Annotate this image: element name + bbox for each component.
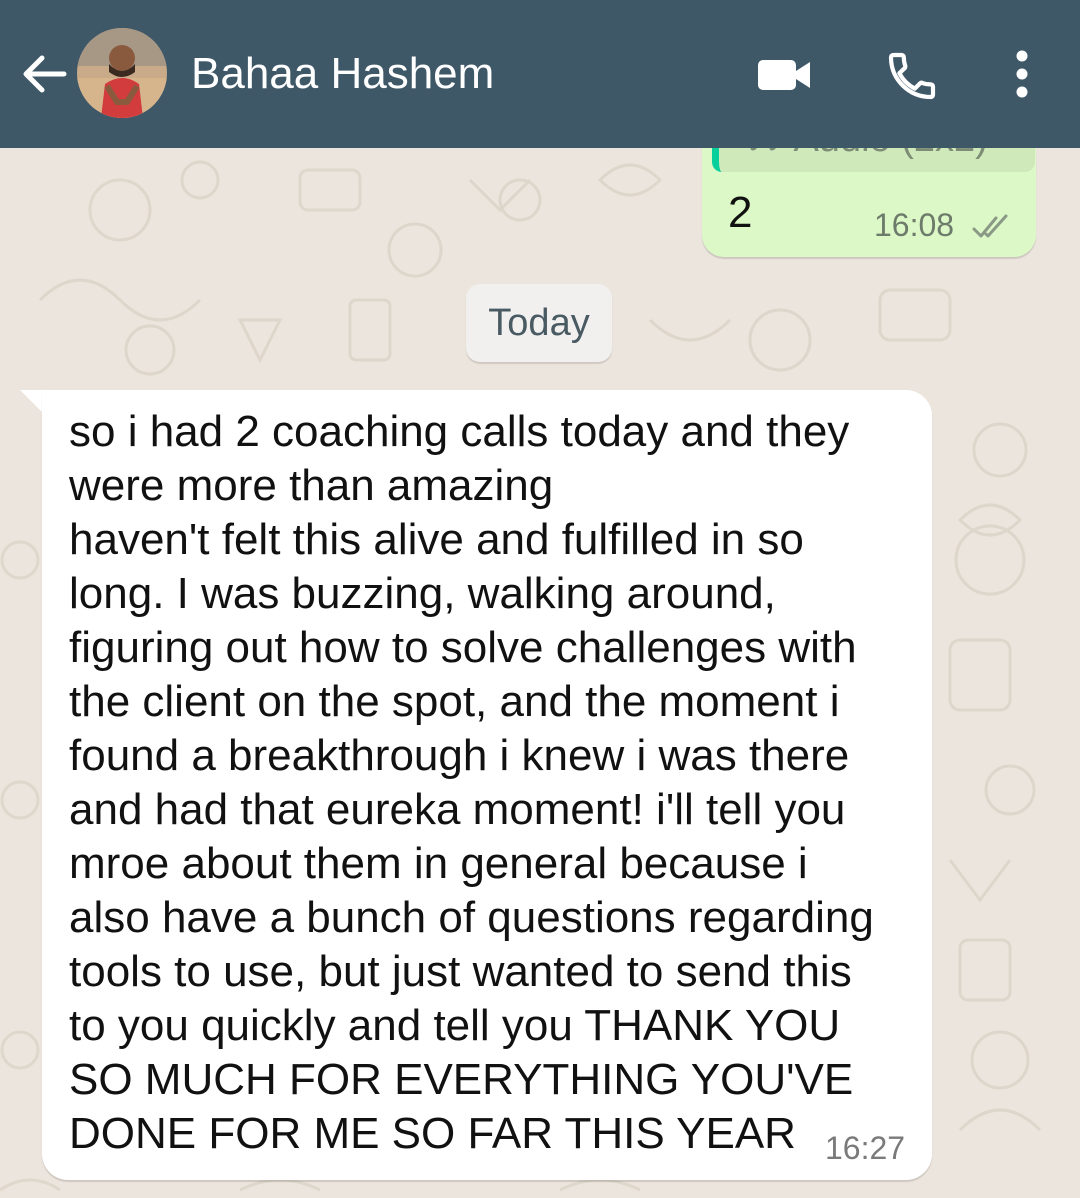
incoming-message-time: 16:27 [825, 1130, 906, 1166]
back-button[interactable] [14, 44, 74, 104]
app-bar: Bahaa Hashem [0, 0, 1080, 148]
message-line: so i had 2 coaching calls today and they [69, 407, 850, 456]
message-line: DONE FOR ME SO FAR THIS YEAR [69, 1109, 796, 1158]
video-call-button[interactable] [752, 50, 816, 100]
message-line: to you quickly and tell you THANK YOU [69, 1001, 841, 1050]
message-line: tools to use, but just wanted to send th… [69, 947, 852, 996]
video-camera-icon [758, 60, 810, 90]
message-line: also have a bunch of questions regarding [69, 893, 874, 942]
date-separator: Today [466, 284, 612, 362]
message-line: mroe about them in general because i [69, 839, 808, 888]
outgoing-message-text: 2 [728, 188, 753, 237]
incoming-message-bubble[interactable]: so i had 2 coaching calls today and they… [42, 390, 932, 1180]
more-options-button[interactable] [998, 46, 1046, 104]
phone-icon [888, 52, 936, 100]
arrow-left-icon [23, 55, 67, 93]
message-line: long. I was buzzing, walking around, [69, 569, 776, 618]
message-line: figuring out how to solve challenges wit… [69, 623, 857, 672]
date-separator-label: Today [488, 302, 590, 344]
message-line: found a breakthrough i knew i was there [69, 731, 850, 780]
double-check-icon [972, 214, 1008, 238]
contact-name[interactable]: Bahaa Hashem [191, 46, 494, 102]
message-line: SO MUCH FOR EVERYTHING YOU'VE [69, 1055, 854, 1104]
message-line: the client on the spot, and the moment i [69, 677, 840, 726]
avatar[interactable] [77, 28, 167, 118]
more-vert-icon [1016, 50, 1028, 98]
contact-photo [77, 28, 167, 118]
message-line: haven't felt this alive and fulfilled in… [69, 515, 804, 564]
voice-call-button[interactable] [884, 48, 940, 104]
message-line: and had that eureka moment! i'll tell yo… [69, 785, 846, 834]
message-line: were more than amazing [69, 461, 554, 510]
outgoing-message-time: 16:08 [874, 207, 955, 243]
